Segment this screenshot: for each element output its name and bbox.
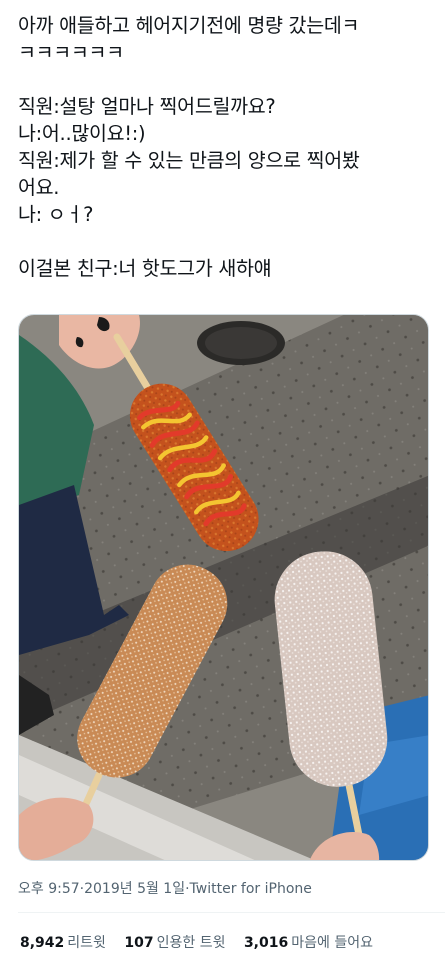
tweet-line: ㅋㅋㅋㅋㅋㅋ	[18, 41, 124, 64]
tweet-line: 나:어..많이요!:)	[18, 122, 146, 145]
quotes-label: 인용한 트윗	[156, 935, 226, 951]
retweets-count: 8,942	[20, 935, 65, 951]
retweets-label: 리트윗	[67, 935, 106, 951]
tweet-photo[interactable]	[18, 314, 429, 861]
tweet-date[interactable]: 2019년 5월 1일	[84, 878, 185, 898]
tweet-line: 어요.	[18, 176, 60, 199]
tweet-line: 직원:제가 할 수 있는 만큼의 양으로 찍어봤	[18, 149, 360, 172]
likes-label: 마음에 들어요	[291, 935, 373, 951]
quotes-count: 107	[124, 935, 154, 951]
hotdog-photo-illustration	[19, 315, 428, 860]
tweet-text: 아까 애들하고 헤어지기전에 명량 갔는데ㅋ ㅋㅋㅋㅋㅋㅋ 직원:설탕 얼마나 …	[18, 12, 433, 282]
likes-stat[interactable]: 3,016 마음에 들어요	[244, 932, 373, 952]
retweets-stat[interactable]: 8,942 리트윗	[20, 932, 106, 952]
tweet-time[interactable]: 오후 9:57	[18, 878, 80, 898]
divider	[18, 912, 445, 913]
tweet-source-link[interactable]: Twitter for iPhone	[190, 881, 312, 897]
tweet-meta: 오후 9:57 · 2019년 5월 1일 · Twitter for iPho…	[18, 878, 312, 898]
tweet-line: 나: ㅇㅓ?	[18, 203, 94, 226]
tweet-line: 직원:설탕 얼마나 찍어드릴까요?	[18, 95, 276, 118]
tweet-line: 이걸본 친구:너 핫도그가 새하얘	[18, 257, 272, 280]
quotes-stat[interactable]: 107 인용한 트윗	[124, 932, 225, 952]
tweet-line: 아까 애들하고 헤어지기전에 명량 갔는데ㅋ	[18, 14, 360, 37]
engagement-stats: 8,942 리트윗 107 인용한 트윗 3,016 마음에 들어요	[20, 932, 387, 952]
likes-count: 3,016	[243, 935, 289, 951]
